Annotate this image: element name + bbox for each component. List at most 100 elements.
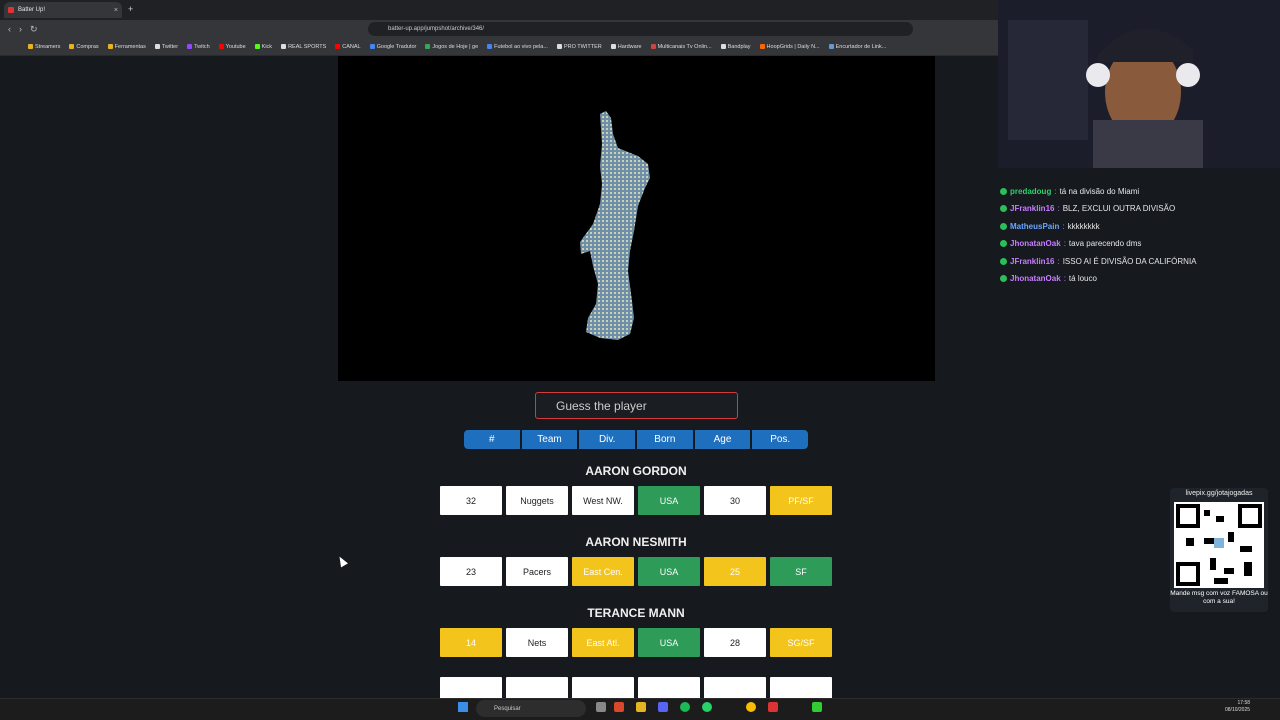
chat-separator: : (1063, 274, 1066, 283)
guess-cell-pos: SG/SF (770, 628, 832, 657)
chat-message: JFranklin16: ISSO AI É DIVISÃO DA CALIFÓR… (1000, 254, 1197, 268)
chat-username[interactable]: JhonatanOak (1010, 239, 1061, 248)
bookmark-item[interactable]: Twitter (154, 43, 179, 50)
bookmark-label: Youtube (225, 43, 246, 50)
bookmark-icon (828, 44, 834, 49)
bookmark-label: Hardware (617, 43, 642, 50)
subscriber-badge-icon (1000, 257, 1007, 265)
bookmark-label: Kick (261, 43, 273, 50)
header-age: Age (694, 430, 753, 449)
bookmark-item[interactable]: Ferramentas (107, 43, 146, 50)
chrome-icon[interactable] (746, 702, 756, 712)
tab-bar (0, 0, 1000, 20)
close-tab-icon[interactable]: × (114, 7, 118, 14)
forward-icon[interactable]: › (19, 24, 22, 34)
bookmark-item[interactable]: Compras (69, 44, 99, 50)
bookmark-item[interactable]: Encurtador de Link... (828, 43, 887, 50)
bookmark-label: Twitch (194, 43, 210, 50)
bookmark-icon (425, 44, 431, 49)
bookmark-label: Ferramentas (114, 43, 146, 50)
bookmark-item[interactable]: Twitch (187, 44, 210, 50)
chat-message: JhonatanOak: tá louco (1000, 272, 1097, 286)
bookmark-label: Google Tradutor (376, 43, 417, 50)
bookmark-label: Twitter (161, 43, 179, 50)
chat-separator: : (1057, 204, 1060, 213)
bookmark-label: HoopGrids | Daily N... (766, 43, 820, 50)
player-silhouette-image (580, 111, 650, 340)
new-tab-icon[interactable]: + (128, 4, 133, 14)
chat-username[interactable]: JFranklin16 (1010, 204, 1054, 213)
bookmark-item[interactable]: REAL SPORTS (281, 44, 326, 50)
windows-start-icon[interactable] (458, 702, 468, 712)
bookmark-icon (69, 44, 75, 49)
chat-message: JhonatanOak: tava parecendo dms (1000, 237, 1141, 251)
bookmark-item[interactable]: Futebol ao vivo pela... (487, 44, 548, 50)
chat-username[interactable]: JhonatanOak (1010, 274, 1061, 283)
bookmark-item[interactable]: Google Tradutor (369, 43, 417, 50)
taskbar-search[interactable]: Pesquisar (476, 700, 586, 717)
brave-icon[interactable] (614, 702, 624, 712)
spotify-icon[interactable] (680, 702, 690, 712)
chat-separator: : (1054, 186, 1057, 196)
guess-cell-age: 30 (704, 486, 766, 515)
guess-row: 32 Nuggets West NW. USA 30 PF/SF (440, 486, 832, 515)
guess-cell-div: West NW. (572, 486, 634, 515)
bookmark-item[interactable]: Youtube (218, 43, 246, 50)
chat-text: tá louco (1068, 274, 1097, 283)
settings-icon[interactable] (596, 702, 606, 712)
bookmark-item[interactable]: Hardware (610, 43, 642, 50)
bookmark-icon (556, 44, 562, 49)
guess-cell-pos: SF (770, 557, 832, 586)
bookmark-item[interactable]: Jogos de Hoje | ge (425, 44, 478, 50)
bookmark-label: PRO TWITTER (563, 43, 602, 50)
bookmark-label: Multicanais Tv Onlin... (657, 43, 712, 50)
chat-message: JFranklin16: BLZ, EXCLUI OUTRA DIVISÃO (1000, 202, 1175, 216)
bookmark-icon (154, 44, 160, 49)
bookmark-label: Encurtador de Link... (835, 43, 887, 50)
bookmark-item[interactable]: Bandplay (720, 43, 751, 50)
player-silhouette-panel (338, 56, 935, 381)
app-icon[interactable] (768, 702, 778, 712)
webcam-feed (998, 0, 1280, 168)
address-bar[interactable]: batter-up.app/jumpshot/archive/346/ (368, 22, 913, 36)
subscriber-badge-icon (1000, 205, 1007, 212)
guess-cell-: 23 (440, 557, 502, 586)
header-division: Div. (579, 430, 638, 449)
chat-username[interactable]: MatheusPain (1010, 222, 1059, 231)
bookmark-item[interactable]: Multicanais Tv Onlin... (650, 43, 712, 50)
guess-cell-: 14 (440, 628, 502, 657)
subscriber-badge-icon (1000, 275, 1007, 282)
guess-cell-born: USA (638, 486, 700, 515)
app-icon[interactable] (812, 702, 822, 712)
back-icon[interactable]: ‹ (8, 24, 11, 34)
bookmark-item[interactable]: Kick (254, 43, 273, 50)
guess-row: 23 Pacers East Cen. USA 25 SF (440, 557, 832, 586)
discord-icon[interactable] (658, 702, 668, 712)
bookmark-item[interactable]: PRO TWITTER (556, 43, 602, 50)
bookmark-item[interactable]: CANAL (335, 44, 361, 50)
subscriber-badge-icon (1000, 187, 1007, 195)
bookmark-item[interactable]: Streamers (28, 44, 60, 50)
folder-icon[interactable] (636, 702, 646, 712)
chat-username[interactable]: predadoug (1010, 187, 1051, 196)
bookmark-icon (28, 44, 33, 49)
browser-tab[interactable]: Batter Up! × (4, 2, 122, 18)
bookmark-label: Bandplay (727, 43, 751, 50)
bookmark-item[interactable]: HoopGrids | Daily N... (759, 43, 820, 50)
guess-cell-born: USA (638, 628, 700, 657)
bookmarks-bar: Streamers Compras Ferramentas Twitter Twitch… (0, 38, 1000, 56)
bookmark-icon (281, 44, 287, 49)
attribute-headers: # Team Div. Born Age Pos. (464, 430, 808, 449)
chat-username[interactable]: JFranklin16 (1010, 257, 1054, 266)
header-born: Born (637, 430, 695, 449)
clock-time: 17:58 (1237, 700, 1251, 706)
chat-text: tá na divisão do Miami (1059, 186, 1140, 196)
guess-player-input[interactable]: Guess the player (535, 392, 738, 419)
guess-player-name: AARON GORDON (585, 464, 687, 478)
reload-icon[interactable]: ↻ (30, 24, 38, 35)
whatsapp-icon[interactable] (702, 702, 712, 712)
chat-separator: : (1062, 221, 1065, 231)
bookmark-label: Jogos de Hoje | ge (432, 43, 479, 50)
guess-cell-team: Nets (506, 628, 568, 657)
chat-text: ISSO AI É DIVISÃO DA CALIFÓRNIA (1062, 256, 1197, 266)
